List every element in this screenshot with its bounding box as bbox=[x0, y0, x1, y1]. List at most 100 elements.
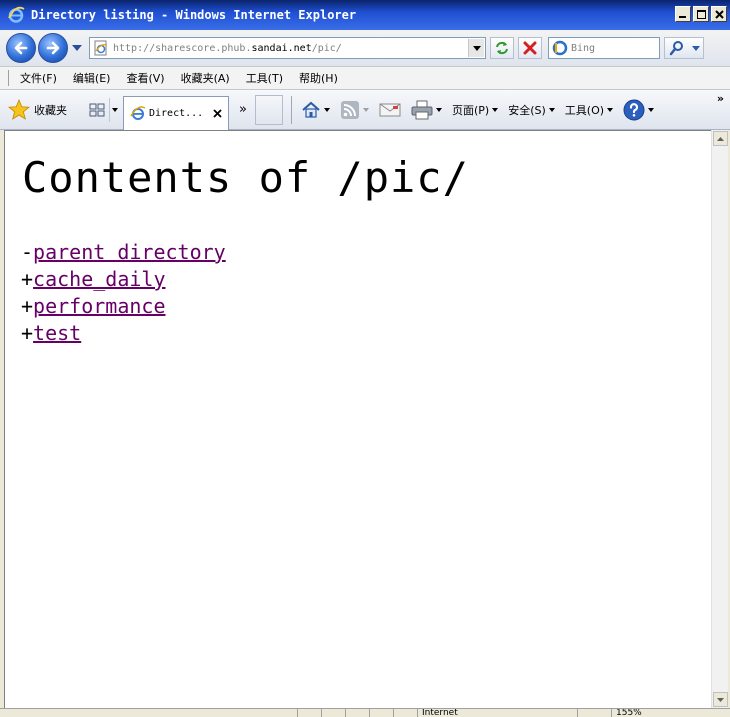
list-item: +test bbox=[21, 320, 226, 347]
rss-icon bbox=[341, 100, 359, 119]
status-bar: Internet 155% bbox=[0, 708, 730, 717]
stop-icon bbox=[523, 41, 537, 55]
test-link[interactable]: test bbox=[33, 321, 81, 345]
list-item: +cache_daily bbox=[21, 266, 226, 293]
window-title: Directory listing - Windows Internet Exp… bbox=[31, 8, 357, 22]
safety-menu-button[interactable]: 安全(S) bbox=[508, 102, 555, 118]
ie-logo-icon bbox=[130, 106, 146, 120]
chevron-down-icon bbox=[717, 697, 724, 702]
directory-listing: -parent directory +cache_daily + performa… bbox=[21, 239, 226, 347]
home-icon bbox=[302, 101, 320, 118]
cache-daily-link[interactable]: cache_daily bbox=[33, 267, 165, 291]
maximize-button[interactable] bbox=[693, 6, 709, 22]
search-input[interactable]: Bing bbox=[548, 37, 660, 59]
print-button[interactable] bbox=[411, 100, 442, 120]
window-controls bbox=[675, 6, 727, 22]
ie-logo-icon bbox=[8, 6, 25, 23]
protected-mode-indicator[interactable] bbox=[578, 709, 612, 717]
search-placeholder: Bing bbox=[571, 42, 596, 54]
tools-menu-label: 工具(O) bbox=[564, 103, 605, 117]
scroll-down-button[interactable] bbox=[713, 692, 728, 707]
stop-button[interactable] bbox=[518, 37, 542, 59]
forward-arrow-icon bbox=[46, 41, 60, 55]
address-dropdown[interactable] bbox=[468, 39, 484, 57]
page-title: Contents of /pic/ bbox=[22, 153, 469, 202]
read-mail-button[interactable] bbox=[379, 102, 401, 118]
parent-directory-link[interactable]: parent directory bbox=[33, 240, 226, 264]
status-cell bbox=[298, 709, 322, 717]
toolbar-separator bbox=[291, 95, 293, 124]
chevron-down-icon bbox=[363, 107, 369, 112]
toolbar-overflow-button[interactable]: » bbox=[717, 92, 724, 105]
new-tab-button[interactable] bbox=[255, 94, 283, 125]
close-icon bbox=[213, 108, 222, 118]
tab-close-button[interactable] bbox=[213, 107, 222, 122]
menu-file[interactable]: 文件(F) bbox=[20, 70, 57, 86]
safety-menu-label: 安全(S) bbox=[508, 103, 546, 117]
bing-icon bbox=[552, 40, 568, 56]
chevron-down-icon bbox=[648, 107, 655, 112]
status-cell bbox=[322, 709, 346, 717]
close-button[interactable] bbox=[711, 6, 727, 22]
tab-directory-listing[interactable]: Direct... bbox=[123, 95, 229, 130]
zoom-level-button[interactable]: 155% bbox=[612, 709, 730, 717]
menu-help[interactable]: 帮助(H) bbox=[299, 70, 338, 86]
more-tabs-button[interactable]: » bbox=[235, 102, 251, 117]
zone-label: Internet bbox=[422, 709, 458, 717]
entry-prefix: - bbox=[21, 240, 34, 264]
status-text-area bbox=[0, 709, 298, 717]
printer-icon bbox=[411, 100, 433, 119]
page-menu-button[interactable]: 页面(P) bbox=[452, 102, 499, 118]
entry-prefix: + bbox=[21, 321, 34, 345]
search-button[interactable] bbox=[664, 37, 704, 59]
home-button[interactable] bbox=[301, 100, 330, 120]
minimize-icon bbox=[679, 16, 686, 18]
refresh-button[interactable] bbox=[490, 37, 514, 59]
address-input[interactable]: http://sharescore.phub.sandai.net/pic/ bbox=[89, 37, 486, 59]
star-icon bbox=[8, 98, 30, 120]
favorites-button[interactable]: 收藏夹 bbox=[8, 98, 67, 121]
chevron-down-icon bbox=[548, 107, 555, 112]
command-bar: 收藏夹 Direct... » 页面(P) 安全(S) 工具(O) » bbox=[0, 90, 730, 130]
close-icon bbox=[714, 9, 724, 19]
menu-favorites[interactable]: 收藏夹(A) bbox=[181, 70, 230, 86]
back-arrow-icon bbox=[14, 41, 28, 55]
performance-link[interactable]: performance bbox=[33, 294, 165, 318]
chevron-down-icon bbox=[472, 45, 481, 51]
tab-list-dropdown[interactable] bbox=[109, 97, 119, 122]
feeds-button[interactable] bbox=[340, 100, 369, 120]
menu-bar: 文件(F) 编辑(E) 查看(V) 收藏夹(A) 工具(T) 帮助(H) bbox=[0, 66, 730, 90]
maximize-icon bbox=[696, 9, 706, 19]
back-button[interactable] bbox=[6, 33, 36, 63]
forward-button[interactable] bbox=[38, 33, 68, 63]
menu-tools[interactable]: 工具(T) bbox=[246, 70, 283, 86]
chevron-down-icon bbox=[607, 107, 614, 112]
security-zone[interactable]: Internet bbox=[418, 709, 578, 717]
chevron-down-icon bbox=[436, 107, 442, 112]
window-title-bar[interactable]: Directory listing - Windows Internet Exp… bbox=[0, 0, 730, 30]
url-text: http://sharescore.phub.sandai.net/pic/ bbox=[113, 43, 342, 54]
help-icon bbox=[623, 99, 645, 120]
chevron-down-icon bbox=[492, 107, 499, 112]
zoom-label: 155% bbox=[616, 709, 642, 717]
quick-tabs-icon bbox=[89, 103, 105, 116]
recent-pages-dropdown[interactable] bbox=[71, 42, 83, 54]
scroll-up-button[interactable] bbox=[713, 131, 728, 146]
status-cell bbox=[394, 709, 418, 717]
quick-tabs-button[interactable] bbox=[85, 98, 109, 122]
refresh-icon bbox=[496, 41, 508, 55]
menu-grip bbox=[8, 70, 10, 86]
minimize-button[interactable] bbox=[675, 6, 691, 22]
url-prefix: http://sharescore.phub. bbox=[113, 42, 252, 54]
menu-edit[interactable]: 编辑(E) bbox=[73, 70, 111, 86]
vertical-scrollbar[interactable] bbox=[711, 130, 728, 708]
mail-icon bbox=[379, 103, 401, 116]
menu-view[interactable]: 查看(V) bbox=[126, 70, 164, 86]
page-menu-label: 页面(P) bbox=[452, 103, 490, 117]
chevron-down-icon bbox=[72, 45, 82, 51]
tools-menu-button[interactable]: 工具(O) bbox=[564, 102, 614, 118]
status-cell bbox=[370, 709, 394, 717]
tab-title: Direct... bbox=[149, 107, 204, 119]
help-button[interactable] bbox=[623, 99, 655, 121]
chevron-up-icon bbox=[717, 136, 724, 141]
